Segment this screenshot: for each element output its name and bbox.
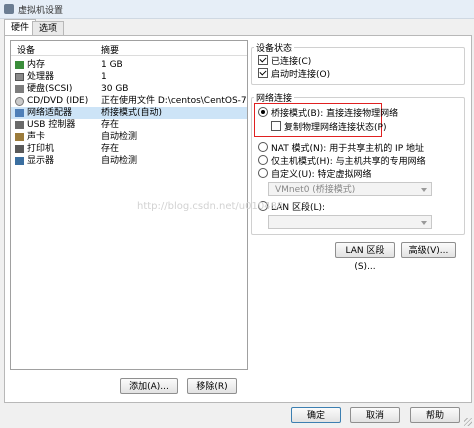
- watermark-text: http://blog.csdn.net/u010488: [137, 201, 284, 212]
- custom-network-select[interactable]: VMnet0 (桥接模式): [268, 182, 432, 196]
- network-icon: [15, 109, 24, 117]
- hostonly-radio-row[interactable]: 仅主机模式(H): 与主机共享的专用网络: [258, 155, 426, 167]
- connected-checkbox[interactable]: [258, 55, 268, 65]
- device-summary: 1 GB: [101, 60, 123, 70]
- device-row-harddisk[interactable]: 硬盘(SCSI) 30 GB: [11, 83, 247, 95]
- device-summary: 自动检测: [101, 156, 138, 166]
- device-name: 声卡: [27, 132, 46, 142]
- device-status-legend: 设备状态: [254, 41, 295, 54]
- lan-segments-button[interactable]: LAN 区段(S)...: [335, 242, 395, 272]
- printer-icon: [15, 145, 24, 153]
- power-on-connect-row[interactable]: 启动时连接(O): [258, 68, 330, 80]
- device-summary: 存在: [101, 120, 120, 130]
- title-bar: 虚拟机设置: [0, 0, 474, 19]
- device-row-network[interactable]: 网络适配器 桥接模式(自动): [11, 107, 247, 119]
- device-summary: 正在使用文件 D:\centos\CentOS-7-...: [101, 96, 247, 106]
- custom-radio-row[interactable]: 自定义(U): 特定虚拟网络: [258, 168, 372, 180]
- device-name: 内存: [27, 60, 46, 70]
- device-name: CD/DVD (IDE): [27, 96, 89, 106]
- device-row-cddvd[interactable]: CD/DVD (IDE) 正在使用文件 D:\centos\CentOS-7-.…: [11, 95, 247, 107]
- device-summary: 桥接模式(自动): [101, 108, 163, 118]
- hostonly-radio[interactable]: [258, 155, 268, 165]
- custom-label: 自定义(U): 特定虚拟网络: [271, 170, 372, 180]
- nat-label: NAT 模式(N): 用于共享主机的 IP 地址: [271, 144, 425, 154]
- replicate-state-checkbox[interactable]: [271, 121, 281, 131]
- sound-icon: [15, 133, 24, 141]
- device-summary: 存在: [101, 144, 120, 154]
- replicate-state-row[interactable]: 复制物理网络连接状态(P): [271, 121, 386, 133]
- device-summary: 30 GB: [101, 84, 129, 94]
- bridged-label: 桥接模式(B): 直接连接物理网络: [271, 109, 399, 119]
- replicate-state-label: 复制物理网络连接状态(P): [284, 123, 387, 133]
- device-name: 硬盘(SCSI): [27, 84, 73, 94]
- power-on-connect-checkbox[interactable]: [258, 68, 268, 78]
- remove-device-button[interactable]: 移除(R): [187, 378, 237, 394]
- device-name: 显示器: [27, 156, 55, 166]
- nat-radio[interactable]: [258, 142, 268, 152]
- lan-segment-select[interactable]: [268, 215, 432, 229]
- device-summary: 1: [101, 72, 107, 82]
- device-name: 处理器: [27, 72, 55, 82]
- add-device-button[interactable]: 添加(A)...: [120, 378, 178, 394]
- tab-options[interactable]: 选项: [32, 21, 65, 36]
- connected-checkbox-row[interactable]: 已连接(C): [258, 55, 311, 67]
- hostonly-label: 仅主机模式(H): 与主机共享的专用网络: [271, 157, 426, 167]
- device-row-display[interactable]: 显示器 自动检测: [11, 155, 247, 167]
- ok-button[interactable]: 确定: [291, 407, 341, 423]
- device-row-printer[interactable]: 打印机 存在: [11, 143, 247, 155]
- resize-grip-icon[interactable]: [464, 418, 472, 426]
- device-row-processor[interactable]: 处理器 1: [11, 71, 247, 83]
- device-name: USB 控制器: [27, 120, 76, 130]
- connected-label: 已连接(C): [271, 57, 312, 67]
- device-list-header: 设备 摘要: [11, 41, 247, 56]
- harddisk-icon: [15, 85, 24, 93]
- device-row-sound[interactable]: 声卡 自动检测: [11, 131, 247, 143]
- usb-icon: [15, 121, 24, 129]
- cd-icon: [15, 97, 24, 106]
- processor-icon: [15, 73, 24, 81]
- device-row-usb[interactable]: USB 控制器 存在: [11, 119, 247, 131]
- vm-settings-window: 虚拟机设置 硬件 选项 设备 摘要 内存 1 GB 处理器 1 硬盘(SCSI)…: [0, 0, 474, 428]
- device-name: 网络适配器: [27, 108, 73, 118]
- advanced-button[interactable]: 高级(V)...: [401, 242, 456, 258]
- display-icon: [15, 157, 24, 165]
- memory-icon: [15, 61, 24, 69]
- device-summary: 自动检测: [101, 132, 138, 142]
- power-on-connect-label: 启动时连接(O): [271, 70, 331, 80]
- device-row-memory[interactable]: 内存 1 GB: [11, 59, 247, 71]
- custom-radio[interactable]: [258, 168, 268, 178]
- bridged-radio-row[interactable]: 桥接模式(B): 直接连接物理网络: [258, 107, 398, 119]
- column-header-device: 设备: [17, 46, 36, 56]
- app-icon: [4, 4, 14, 14]
- column-header-summary: 摘要: [101, 46, 120, 56]
- custom-network-value: VMnet0 (桥接模式): [275, 185, 356, 195]
- cancel-button[interactable]: 取消: [350, 407, 400, 423]
- nat-radio-row[interactable]: NAT 模式(N): 用于共享主机的 IP 地址: [258, 142, 424, 154]
- bridged-radio[interactable]: [258, 107, 268, 117]
- tab-bar: 硬件 选项: [0, 19, 474, 36]
- chevron-down-icon: [421, 188, 427, 192]
- window-title: 虚拟机设置: [18, 6, 64, 16]
- chevron-down-icon: [421, 221, 427, 225]
- device-name: 打印机: [27, 144, 55, 154]
- help-button[interactable]: 帮助: [410, 407, 460, 423]
